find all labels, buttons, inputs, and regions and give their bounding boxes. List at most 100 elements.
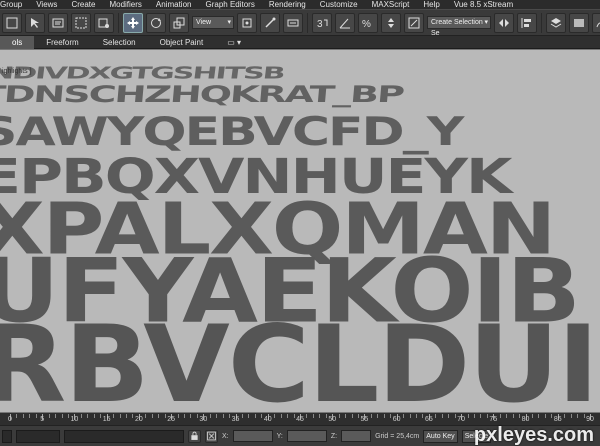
timeline-tick-label: 10 (70, 416, 79, 423)
timeline-tick (577, 414, 579, 418)
timeline-ruler[interactable]: 0 5 10 15 20 25 30 35 40 45 50 55 60 65 70 75 80 85 90 (8, 414, 594, 423)
timeline-tick (370, 414, 372, 418)
align-icon[interactable] (517, 12, 537, 33)
keyboard-shortcut-icon[interactable] (283, 12, 303, 33)
tab-freeform[interactable]: Freeform (34, 36, 90, 49)
tab-selection[interactable]: Selection (91, 36, 148, 49)
timeline-tick (113, 414, 115, 418)
menu-create[interactable]: Create (71, 0, 95, 9)
timeline-tick (29, 414, 31, 418)
timeline-tick (441, 414, 443, 418)
select-filter-icon[interactable] (2, 12, 22, 33)
timeline-tick (164, 414, 166, 418)
named-selection-set-dropdown[interactable]: Create Selection Se (427, 16, 491, 35)
timeline-tick-label: 80 (521, 416, 530, 423)
viewport-label[interactable]: ighlights ] (2, 68, 32, 75)
x-coordinate-field[interactable] (232, 430, 273, 442)
menu-group[interactable]: Group (0, 0, 22, 9)
z-coordinate-field[interactable] (341, 430, 372, 442)
timeline-tick (345, 414, 347, 418)
timeline-tick-label: 0 (8, 416, 12, 423)
maxscript-mini-listener[interactable] (16, 429, 60, 443)
timeline-tick (222, 414, 224, 418)
timeline-tick-label: 50 (328, 416, 337, 423)
menu-views[interactable]: Views (36, 0, 57, 9)
angle-snap-icon[interactable] (335, 12, 355, 33)
timeline-tick (564, 414, 566, 418)
pivot-center-icon[interactable] (237, 12, 257, 33)
rotate-icon[interactable] (146, 12, 166, 33)
timeline-tick-label: 60 (392, 416, 401, 423)
maxscript-listener-icon[interactable] (2, 429, 12, 443)
graphite-modeling-tools-icon[interactable] (569, 12, 589, 33)
select-object-icon[interactable] (25, 12, 45, 33)
menu-graph-editors[interactable]: Graph Editors (205, 0, 254, 9)
svg-text:3: 3 (317, 19, 323, 30)
percent-snap-icon[interactable]: % (358, 12, 378, 33)
timeline-tick (486, 414, 488, 418)
select-by-name-icon[interactable] (48, 12, 68, 33)
timeline-tick (435, 414, 437, 418)
menu-modifiers[interactable]: Modifiers (109, 0, 141, 9)
timeline-tick (158, 414, 160, 418)
menu-maxscript[interactable]: MAXScript (372, 0, 410, 9)
select-manipulate-icon[interactable] (260, 12, 280, 33)
menu-customize[interactable]: Customize (320, 0, 358, 9)
reference-coordinate-dropdown[interactable]: View (192, 16, 234, 29)
snap-3d-icon[interactable]: 3 (312, 12, 332, 33)
timeline-tick (61, 414, 63, 418)
curve-editor-icon[interactable] (592, 12, 600, 33)
timeline-tick (416, 414, 417, 418)
timeline-tick (551, 414, 553, 418)
timeline-tick (448, 414, 450, 418)
auto-key-button[interactable]: Auto Key (423, 429, 458, 443)
timeline-tick (538, 414, 540, 418)
timeline-tick (184, 414, 185, 418)
timeline-tick (287, 414, 289, 418)
timeline-tick-label: 75 (489, 416, 498, 423)
timeline-tick (532, 414, 533, 418)
timeline-tick (16, 414, 18, 418)
toolbar-separator (118, 12, 119, 33)
menu-help[interactable]: Help (423, 0, 439, 9)
timeline-tick (338, 414, 340, 418)
timeline-tick (151, 414, 153, 418)
timeline-tick (467, 414, 469, 418)
timeline-tick (261, 414, 263, 418)
timeline-tick-label: 20 (134, 416, 143, 423)
timeline-tick (209, 414, 211, 418)
letter-row-2: TDNSCHZHQKRAT_BP (0, 80, 405, 108)
edit-named-selections-icon[interactable] (404, 12, 424, 33)
y-coordinate-field[interactable] (286, 430, 327, 442)
timeline-tick (358, 414, 359, 418)
timeline-tick (312, 414, 314, 418)
window-crossing-icon[interactable] (94, 12, 114, 33)
timeline-tick (583, 414, 585, 418)
timeline-tick-label: 90 (586, 416, 594, 423)
move-icon[interactable] (123, 12, 143, 33)
timeline-tick (480, 414, 482, 418)
region-select-icon[interactable] (71, 12, 91, 33)
absolute-mode-icon[interactable] (205, 429, 218, 443)
timeline-tick-label: 70 (457, 416, 466, 423)
layer-manager-icon[interactable] (546, 12, 566, 33)
perspective-viewport[interactable]: ighlights ] INDIVDXGTGSHITSB TDNSCHZHQKR… (0, 49, 600, 412)
timeline-tick (254, 414, 256, 418)
timeline-tick (280, 414, 282, 418)
tab-modeling-tools[interactable]: ols (0, 35, 35, 49)
menu-vue-xstream[interactable]: Vue 8.5 xStream (454, 0, 513, 9)
timeline-tick (306, 414, 308, 418)
scale-icon[interactable] (169, 12, 189, 33)
lock-selection-icon[interactable] (188, 429, 201, 443)
menu-animation[interactable]: Animation (156, 0, 192, 9)
ribbon-options-icon[interactable]: ▭ ▾ (215, 36, 253, 49)
timeline-tick (512, 414, 514, 418)
menu-rendering[interactable]: Rendering (269, 0, 306, 9)
mirror-icon[interactable] (494, 12, 514, 33)
spinner-snap-icon[interactable] (381, 12, 401, 33)
timeline-tick (325, 414, 327, 418)
timeline-tick-label: 40 (263, 416, 272, 423)
tab-object-paint[interactable]: Object Paint (148, 36, 216, 49)
timeline-tick (87, 414, 89, 418)
toolbar-separator (541, 12, 542, 33)
